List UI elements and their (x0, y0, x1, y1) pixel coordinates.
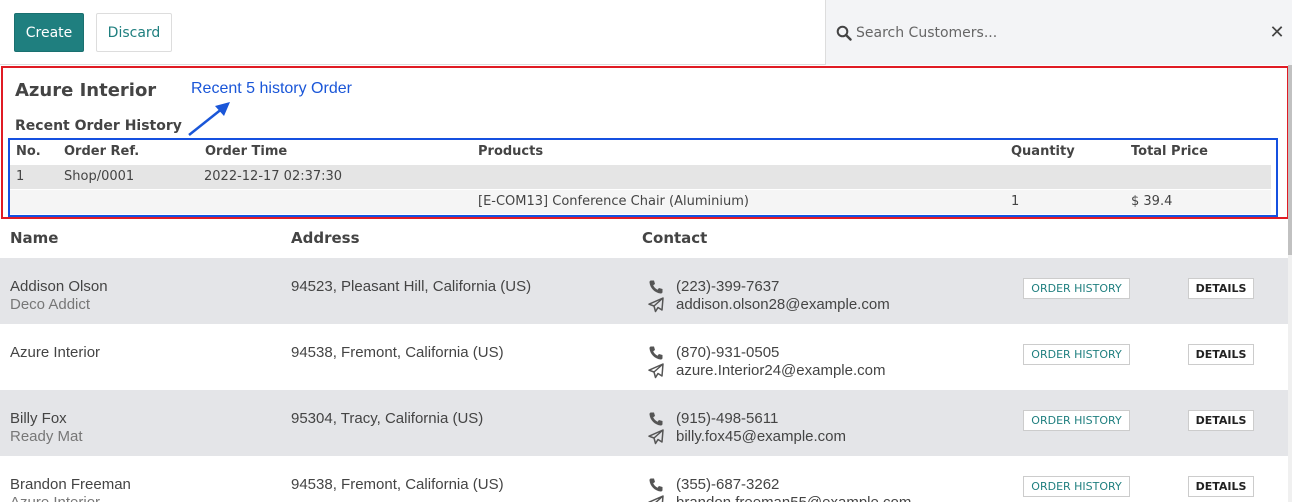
customer-list-header: Name Address Contact (0, 220, 1288, 257)
col-quantity: Quantity (1011, 144, 1075, 159)
col-contact: Contact (642, 229, 708, 247)
customer-company: Deco Addict (10, 296, 91, 313)
discard-button[interactable]: Discard (96, 13, 172, 52)
paper-plane-icon (648, 429, 664, 445)
table-row[interactable]: Azure Interior 94538, Fremont, Californi… (0, 324, 1288, 390)
search-input[interactable] (856, 20, 1256, 46)
customer-name: Brandon Freeman (10, 476, 131, 493)
order-history-button[interactable]: ORDER HISTORY (1023, 344, 1130, 365)
phone-icon (649, 346, 663, 360)
line-total: $ 39.4 (1131, 194, 1173, 209)
order-no: 1 (16, 169, 25, 184)
phone-icon (649, 412, 663, 426)
col-total-price: Total Price (1131, 144, 1208, 159)
customer-title: Azure Interior (15, 80, 157, 101)
close-icon[interactable]: ✕ (1269, 24, 1285, 42)
col-address: Address (291, 229, 360, 247)
customer-address: 94523, Pleasant Hill, California (US) (291, 278, 532, 295)
customer-phone: (870)-931-0505 (676, 344, 780, 361)
annotation-arrow-icon (188, 102, 230, 136)
customer-email: addison.olson28@example.com (676, 296, 890, 313)
customer-company: Ready Mat (10, 428, 83, 445)
table-row[interactable]: Brandon Freeman Azure Interior 94538, Fr… (0, 456, 1288, 502)
customer-address: 95304, Tracy, California (US) (291, 410, 484, 427)
order-time: 2022-12-17 02:37:30 (204, 169, 343, 184)
details-button[interactable]: DETAILS (1188, 344, 1254, 365)
phone-icon (649, 280, 663, 294)
history-order-row: 1 Shop/0001 2022-12-17 02:37:30 (10, 165, 1271, 189)
order-history-button[interactable]: ORDER HISTORY (1023, 410, 1130, 431)
phone-icon (649, 478, 663, 492)
search-box: ✕ (825, 0, 1292, 65)
scrollbar-thumb[interactable] (1288, 65, 1292, 255)
line-quantity: 1 (1011, 194, 1020, 209)
customer-address: 94538, Fremont, California (US) (291, 476, 504, 493)
col-name: Name (10, 229, 59, 247)
col-products: Products (478, 144, 544, 159)
order-history-button[interactable]: ORDER HISTORY (1023, 278, 1130, 299)
details-button[interactable]: DETAILS (1188, 278, 1254, 299)
table-row[interactable]: Billy Fox Ready Mat 95304, Tracy, Califo… (0, 390, 1288, 456)
line-product: [E-COM13] Conference Chair (Aluminium) (478, 194, 749, 209)
order-history-button[interactable]: ORDER HISTORY (1023, 476, 1130, 497)
paper-plane-icon (648, 363, 664, 379)
customer-name: Addison Olson (10, 278, 108, 295)
table-row[interactable]: Addison Olson Deco Addict 94523, Pleasan… (0, 258, 1288, 324)
customer-phone: (223)-399-7637 (676, 278, 780, 295)
history-line-row: [E-COM13] Conference Chair (Aluminium) 1… (10, 190, 1271, 214)
details-button[interactable]: DETAILS (1188, 476, 1254, 497)
search-icon (836, 25, 852, 41)
paper-plane-icon (648, 495, 664, 502)
order-ref: Shop/0001 (64, 169, 135, 184)
customer-email: billy.fox45@example.com (676, 428, 847, 445)
details-button[interactable]: DETAILS (1188, 410, 1254, 431)
create-button[interactable]: Create (14, 13, 84, 52)
customer-phone: (915)-498-5611 (676, 410, 779, 427)
customer-address: 94538, Fremont, California (US) (291, 344, 504, 361)
customer-company: Azure Interior (10, 494, 100, 502)
customer-phone: (355)-687-3262 (676, 476, 780, 493)
col-order-time: Order Time (205, 144, 288, 159)
col-order-ref: Order Ref. (64, 144, 140, 159)
paper-plane-icon (648, 297, 664, 313)
customer-email: azure.Interior24@example.com (676, 362, 886, 379)
customer-name: Azure Interior (10, 344, 101, 361)
col-no: No. (16, 144, 41, 159)
recent-order-history-title: Recent Order History (15, 118, 182, 134)
customer-email: brandon.freeman55@example.com (676, 494, 911, 502)
history-table-header: No. Order Ref. Order Time Products Quant… (10, 140, 1271, 164)
customer-name: Billy Fox (10, 410, 67, 427)
top-bar: Create Discard ✕ (0, 0, 1292, 65)
